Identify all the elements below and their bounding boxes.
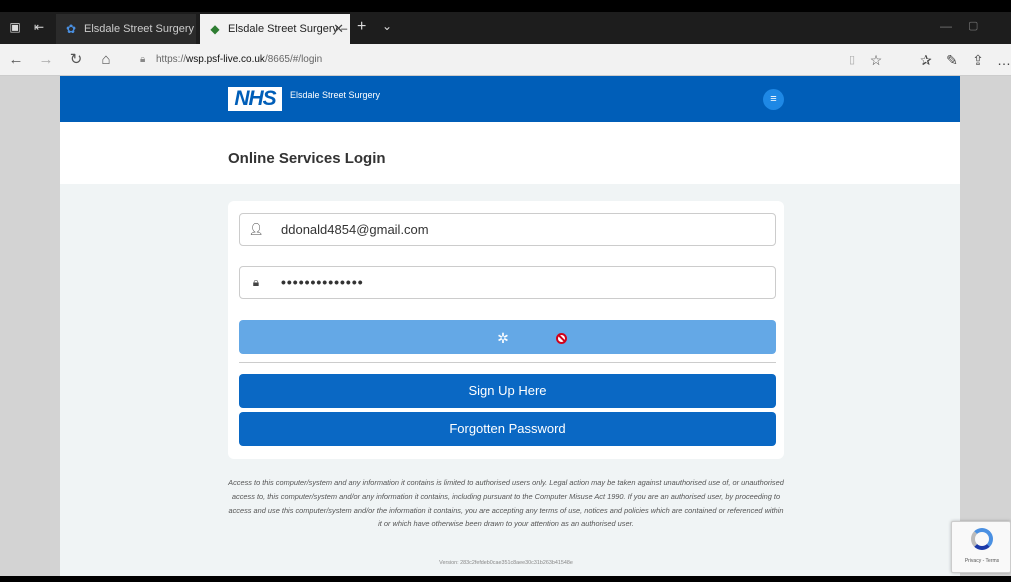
user-icon: 👤︎ — [248, 222, 264, 236]
login-button-loading[interactable]: ✲ — [239, 320, 776, 354]
no-entry-cursor-icon — [556, 333, 567, 344]
page-margin-right — [960, 76, 1011, 576]
password-value: •••••••••••••• — [281, 274, 364, 290]
refresh-icon[interactable]: ↻ — [66, 50, 86, 70]
lock-icon: 🔒︎ — [140, 54, 146, 65]
page-viewport: NHS Elsdale Street Surgery ≡ Online Serv… — [60, 76, 960, 576]
title-band: Online Services Login — [60, 122, 960, 184]
url-input[interactable]: 🔒︎ https://wsp.psf-live.co.uk/8665/#/log… — [138, 50, 838, 70]
tab-title: Elsdale Street Surgery — [84, 23, 195, 35]
url-prefix: https:// — [156, 54, 187, 65]
minimize-window-icon[interactable]: — — [940, 19, 952, 33]
username-value: ddonald4854@gmail.com — [281, 222, 429, 237]
recaptcha-links[interactable]: Privacy - Terms — [954, 558, 1010, 564]
favorite-star-icon[interactable]: ☆ — [866, 50, 886, 70]
web-note-pen-icon[interactable]: ✎ — [942, 50, 962, 70]
screen-frame: ▣ ⇤ ✿ Elsdale Street Surgery ◆ Elsdale S… — [0, 0, 1011, 582]
tab-title: Elsdale Street Surgery – — [228, 23, 348, 35]
url-path: /8665/#/login — [264, 54, 323, 65]
more-menu-icon[interactable]: … — [994, 50, 1011, 70]
set-aside-tabs-icon[interactable]: ⇤ — [32, 20, 46, 34]
page-title: Online Services Login — [228, 150, 386, 167]
sign-up-button[interactable]: Sign Up Here — [239, 374, 776, 408]
version-text: Version: 283c2fefdeb0cae351c8aee30c31b26… — [439, 560, 573, 566]
recaptcha-logo-icon — [971, 528, 993, 550]
username-field[interactable]: 👤︎ ddonald4854@gmail.com — [239, 213, 776, 246]
browser-tab-inactive[interactable]: ✿ Elsdale Street Surgery — [56, 14, 196, 44]
browser-titlebar: ▣ ⇤ ✿ Elsdale Street Surgery ◆ Elsdale S… — [0, 12, 1011, 44]
loading-spinner-icon: ✲ — [497, 330, 509, 346]
password-field[interactable]: 🔒︎ •••••••••••••• — [239, 266, 776, 299]
browser-tab-active[interactable]: ◆ Elsdale Street Surgery – ✕ — [200, 14, 350, 44]
nhs-logo[interactable]: NHS — [228, 87, 282, 111]
new-tab-button[interactable]: + — [357, 18, 366, 36]
close-tab-icon[interactable]: ✕ — [333, 14, 344, 44]
home-icon[interactable]: ⌂ — [96, 50, 116, 70]
share-icon[interactable]: ⇪ — [968, 50, 988, 70]
hamburger-menu-button[interactable]: ≡ — [763, 89, 784, 110]
legal-notice: Access to this computer/system and any i… — [228, 478, 784, 529]
shield-favicon-icon: ◆ — [210, 22, 220, 36]
tab-actions-icon[interactable]: ▣ — [8, 20, 22, 34]
url-host: wsp.psf-live.co.uk — [186, 54, 265, 65]
divider — [239, 362, 776, 363]
recaptcha-badge[interactable]: Privacy - Terms — [951, 521, 1011, 573]
address-bar: ← → ↻ ⌂ 🔒︎ https://wsp.psf-live.co.uk/86… — [0, 44, 1011, 76]
favorites-hub-icon[interactable]: ✰ — [916, 50, 936, 70]
forward-arrow-icon[interactable]: → — [36, 50, 56, 70]
page-margin-left — [0, 76, 60, 576]
surgery-favicon-icon: ✿ — [65, 22, 77, 36]
maximize-window-icon[interactable]: ▢ — [968, 19, 978, 32]
login-card: 👤︎ ddonald4854@gmail.com 🔒︎ ••••••••••••… — [228, 201, 784, 459]
nhs-header: NHS Elsdale Street Surgery ≡ — [60, 76, 960, 122]
forgotten-password-button[interactable]: Forgotten Password — [239, 412, 776, 446]
lock-icon: 🔒︎ — [252, 275, 260, 289]
practice-name: Elsdale Street Surgery — [290, 90, 381, 100]
reading-view-icon[interactable]: ▯ — [842, 50, 862, 70]
back-arrow-icon[interactable]: ← — [6, 50, 26, 70]
tab-list-chevron-icon[interactable]: ⌄ — [382, 19, 392, 33]
